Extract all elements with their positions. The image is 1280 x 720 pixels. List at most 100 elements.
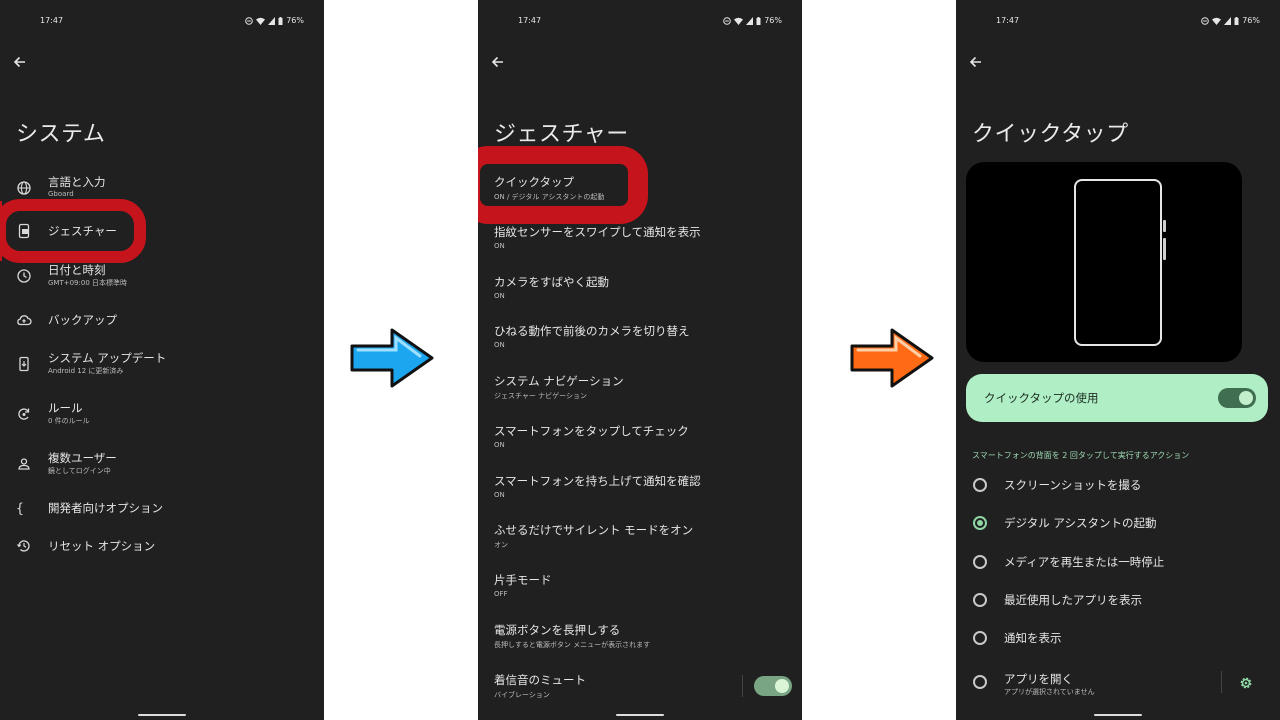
gesture-item-power-button[interactable]: 電源ボタンを長押しする 長押しすると電源ボタン メニューが表示されます xyxy=(478,620,802,656)
settings-item-label: バックアップ xyxy=(48,313,117,327)
settings-item-label: 言語と入力 xyxy=(48,175,106,189)
settings-item-sub: Android 12 に更新済み xyxy=(48,367,124,375)
quick-tap-illustration xyxy=(966,162,1242,362)
radio-button[interactable] xyxy=(973,555,987,569)
gesture-item-label: スマートフォンをタップしてチェック xyxy=(494,424,689,438)
radio-button-selected[interactable] xyxy=(973,516,987,530)
action-option-label: 通知を表示 xyxy=(1004,631,1062,645)
gestures-screen: 17:47 76% ジェスチャー クイックタップ ON / デジタル アシスタン… xyxy=(478,0,802,720)
radio-button[interactable] xyxy=(973,478,987,492)
dnd-icon xyxy=(723,16,732,25)
person-icon xyxy=(18,458,30,470)
quick-tap-use-row[interactable]: クイックタップの使用 xyxy=(966,374,1268,422)
gear-icon[interactable] xyxy=(1238,675,1254,691)
wifi-icon xyxy=(734,17,744,25)
gesture-item-label: スマートフォンを持ち上げて通知を確認 xyxy=(494,474,701,488)
svg-text:{ }: { } xyxy=(16,502,32,517)
toggle-knob xyxy=(1239,391,1253,405)
gesture-item-system-navigation[interactable]: システム ナビゲーション ジェスチャー ナビゲーション xyxy=(478,371,802,407)
globe-icon xyxy=(17,181,31,195)
gesture-nav-bar[interactable] xyxy=(616,714,664,716)
action-option-sub: アプリが選択されていません xyxy=(1004,688,1095,696)
gesture-item-sub: オン xyxy=(494,541,508,549)
action-option-media[interactable]: メディアを再生または一時停止 xyxy=(956,546,1280,578)
settings-item-label: リセット オプション xyxy=(48,539,156,553)
wifi-icon xyxy=(256,17,266,25)
radio-button[interactable] xyxy=(973,675,987,689)
actions-section-header: スマートフォンの背面を 2 回タップして実行するアクション xyxy=(972,451,1190,460)
action-option-screenshot[interactable]: スクリーンショットを撮る xyxy=(956,469,1280,501)
page-title: ジェスチャー xyxy=(494,122,629,147)
side-button-shape xyxy=(1163,220,1166,232)
back-arrow-icon[interactable] xyxy=(968,54,984,70)
settings-item-label: システム アップデート xyxy=(48,351,167,365)
gesture-item-fingerprint-swipe[interactable]: 指紋センサーをスワイプして通知を表示 ON xyxy=(478,222,802,258)
settings-item-developer-options[interactable]: { } 開発者向けオプション xyxy=(0,490,324,526)
status-bar: 17:47 76% xyxy=(0,16,324,28)
action-option-open-app[interactable]: アプリを開く アプリが選択されていません xyxy=(956,666,1280,698)
gesture-item-label: 指紋センサーをスワイプして通知を表示 xyxy=(494,225,701,239)
status-bar: 17:47 76% xyxy=(956,16,1280,28)
action-option-label: 最近使用したアプリを表示 xyxy=(1004,593,1142,607)
status-icons: 76% xyxy=(723,16,782,25)
gesture-item-lift-to-check[interactable]: スマートフォンを持ち上げて通知を確認 ON xyxy=(478,471,802,507)
mute-ringer-toggle[interactable] xyxy=(754,676,792,696)
arrow-right-blue-icon xyxy=(350,328,434,388)
status-icons: 76% xyxy=(245,16,304,25)
gesture-item-quick-tap[interactable]: クイックタップ ON / デジタル アシスタントの起動 xyxy=(478,172,802,208)
settings-item-reset-options[interactable]: リセット オプション xyxy=(0,528,324,564)
gesture-item-tap-to-check[interactable]: スマートフォンをタップしてチェック ON xyxy=(478,421,802,457)
signal-icon xyxy=(1224,16,1232,25)
status-bar: 17:47 76% xyxy=(478,16,802,28)
gesture-item-sub: ON xyxy=(494,242,505,250)
gesture-item-one-handed-mode[interactable]: 片手モード OFF xyxy=(478,570,802,606)
action-option-recent-apps[interactable]: 最近使用したアプリを表示 xyxy=(956,584,1280,616)
action-option-digital-assistant[interactable]: デジタル アシスタントの起動 xyxy=(956,507,1280,539)
gesture-item-label: システム ナビゲーション xyxy=(494,374,624,388)
settings-item-gestures[interactable]: ジェスチャー xyxy=(0,213,324,249)
back-arrow-icon[interactable] xyxy=(12,54,28,70)
settings-item-sub: Gboard xyxy=(48,190,74,198)
settings-item-rules[interactable]: ルール 0 件のルール xyxy=(0,396,324,432)
page-title: システム xyxy=(16,122,106,147)
gesture-item-flip-to-silence[interactable]: ふせるだけでサイレント モードをオン オン xyxy=(478,520,802,556)
battery-icon xyxy=(1234,16,1239,25)
battery-percent: 76% xyxy=(764,16,782,25)
gesture-item-label: ひねる動作で前後のカメラを切り替え xyxy=(494,324,690,338)
settings-item-system-update[interactable]: システム アップデート Android 12 に更新済み xyxy=(0,346,324,382)
gesture-item-sub: ON xyxy=(494,292,505,300)
gesture-nav-bar[interactable] xyxy=(138,714,186,716)
gesture-phone-icon xyxy=(18,223,30,239)
gesture-item-quick-camera[interactable]: カメラをすばやく起動 ON xyxy=(478,272,802,308)
gesture-item-label: 電源ボタンを長押しする xyxy=(494,623,621,637)
gesture-item-sub: ON xyxy=(494,491,505,499)
gesture-item-sub: ON / デジタル アシスタントの起動 xyxy=(494,193,605,201)
gesture-item-sub: 長押しすると電源ボタン メニューが表示されます xyxy=(494,641,651,649)
back-arrow-icon[interactable] xyxy=(490,54,506,70)
settings-item-date-time[interactable]: 日付と時刻 GMT+09:00 日本標準時 xyxy=(0,258,324,294)
phone-outline-icon xyxy=(1074,179,1162,346)
radio-button[interactable] xyxy=(973,631,987,645)
cloud-upload-icon xyxy=(17,315,32,326)
status-time: 17:47 xyxy=(996,16,1020,25)
arrow-right-orange-icon xyxy=(850,328,934,388)
battery-percent: 76% xyxy=(286,16,304,25)
divider xyxy=(1221,671,1222,693)
settings-item-language[interactable]: 言語と入力 Gboard xyxy=(0,170,324,206)
quick-tap-toggle[interactable] xyxy=(1218,388,1256,408)
gesture-item-sub: ジェスチャー ナビゲーション xyxy=(494,392,588,400)
gesture-item-flip-camera[interactable]: ひねる動作で前後のカメラを切り替え ON xyxy=(478,321,802,357)
radio-button[interactable] xyxy=(973,593,987,607)
settings-item-backup[interactable]: バックアップ xyxy=(0,302,324,338)
battery-percent: 76% xyxy=(1242,16,1260,25)
gesture-nav-bar[interactable] xyxy=(1094,714,1142,716)
divider xyxy=(742,675,743,697)
action-option-notifications[interactable]: 通知を表示 xyxy=(956,622,1280,654)
system-update-icon xyxy=(19,356,29,372)
settings-item-label: ジェスチャー xyxy=(48,224,117,238)
quick-tap-screen: 17:47 76% クイックタップ クイックタップの使用 スマートフォンの背面を… xyxy=(956,0,1280,720)
dnd-icon xyxy=(1201,16,1210,25)
action-option-label: デジタル アシスタントの起動 xyxy=(1004,516,1157,530)
settings-item-multiple-users[interactable]: 複数ユーザー 鏡としてログイン中 xyxy=(0,446,324,482)
history-icon xyxy=(17,540,30,552)
